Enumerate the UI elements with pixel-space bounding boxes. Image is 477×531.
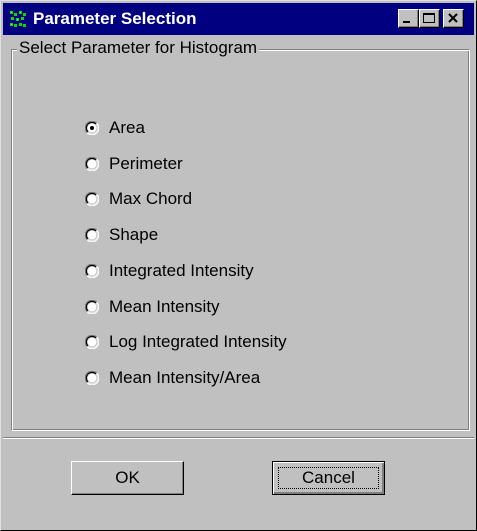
- radio-option[interactable]: Mean Intensity/Area: [85, 366, 260, 390]
- radio-button[interactable]: [85, 228, 99, 242]
- radio-button[interactable]: [85, 264, 99, 278]
- radio-button[interactable]: [85, 371, 99, 385]
- maximize-button[interactable]: [419, 9, 440, 28]
- radio-option[interactable]: Area: [85, 116, 145, 140]
- dialog-window: Parameter Selection Select Parameter for: [0, 0, 477, 531]
- radio-option[interactable]: Max Chord: [85, 187, 192, 211]
- window-title: Parameter Selection: [33, 9, 197, 28]
- radio-button-checked[interactable]: [85, 121, 99, 135]
- cancel-button[interactable]: Cancel: [272, 461, 385, 495]
- title-bar[interactable]: Parameter Selection: [3, 3, 474, 35]
- radio-option[interactable]: Mean Intensity: [85, 295, 220, 319]
- radio-option[interactable]: Integrated Intensity: [85, 259, 254, 283]
- divider: [3, 437, 474, 439]
- radio-button[interactable]: [85, 192, 99, 206]
- radio-label: Area: [109, 118, 145, 137]
- close-button[interactable]: [443, 9, 464, 28]
- radio-button[interactable]: [85, 300, 99, 314]
- radio-label: Shape: [109, 225, 159, 244]
- radio-label: Mean Intensity: [109, 297, 220, 316]
- radio-label: Max Chord: [109, 189, 193, 208]
- radio-label: Integrated Intensity: [109, 261, 254, 280]
- radio-button[interactable]: [85, 157, 99, 171]
- radio-label: Mean Intensity/Area: [109, 368, 261, 387]
- radio-label: Perimeter: [109, 154, 183, 173]
- minimize-button[interactable]: [398, 9, 419, 28]
- radio-label: Log Integrated Intensity: [109, 332, 287, 351]
- radio-option[interactable]: Shape: [85, 223, 158, 247]
- radio-button[interactable]: [85, 335, 99, 349]
- ok-label: OK: [115, 468, 140, 487]
- cancel-label: Cancel: [302, 468, 355, 487]
- app-icon[interactable]: [9, 10, 27, 28]
- groupbox-label: Select Parameter for Histogram: [17, 37, 260, 59]
- ok-button[interactable]: OK: [71, 461, 184, 495]
- radio-option[interactable]: Log Integrated Intensity: [85, 330, 287, 354]
- radio-option[interactable]: Perimeter: [85, 152, 183, 176]
